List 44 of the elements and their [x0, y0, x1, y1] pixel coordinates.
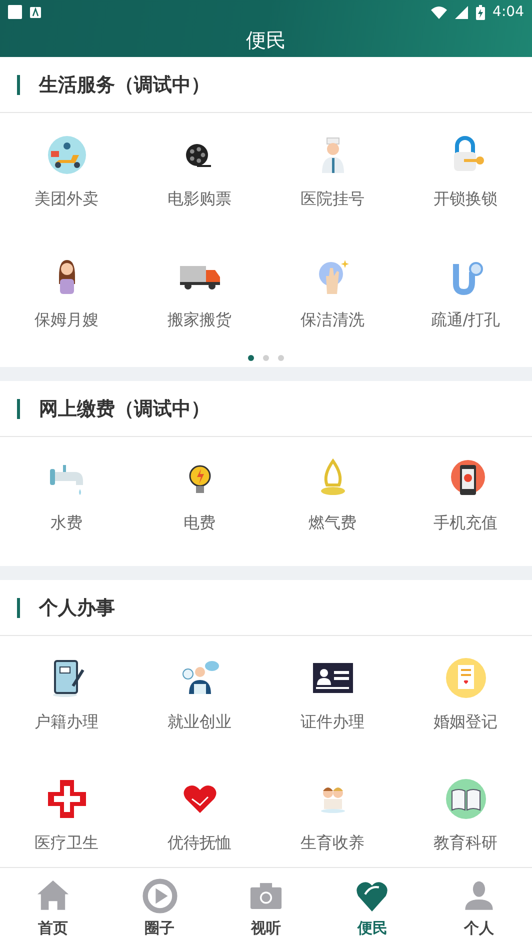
pager-dot[interactable] — [248, 355, 254, 361]
book-icon — [444, 777, 488, 821]
accent-bar — [17, 74, 20, 94]
service-item[interactable]: 生育收养 — [266, 757, 399, 867]
section-title: 生活服务（调试中） — [39, 72, 210, 98]
signal-icon — [454, 6, 468, 18]
service-item[interactable]: 水费 — [0, 437, 133, 558]
section-title: 个人办事 — [39, 596, 115, 620]
document-icon — [444, 656, 488, 700]
service-item[interactable]: 搬家搬货 — [133, 234, 266, 355]
square-icon — [8, 5, 22, 19]
pager-dot[interactable] — [263, 355, 269, 361]
circle-play-icon — [140, 876, 179, 914]
service-item[interactable]: 证件办理 — [266, 636, 399, 757]
tab[interactable]: 圈子 — [106, 868, 213, 946]
service-item[interactable]: 美团外卖 — [0, 113, 133, 234]
section-title: 网上缴费（调试中） — [39, 396, 210, 422]
battery-icon — [476, 4, 485, 20]
service-item[interactable]: 医疗卫生 — [0, 757, 133, 867]
service-item[interactable]: 保姆月嫂 — [0, 234, 133, 355]
accent-bar — [17, 398, 20, 418]
pager-dot[interactable] — [278, 355, 284, 361]
service-item[interactable]: 优待抚恤 — [133, 757, 266, 867]
service-item[interactable]: 手机充值 — [399, 437, 532, 558]
status-time: 4:04 — [492, 4, 524, 20]
service-item[interactable]: 就业创业 — [133, 636, 266, 757]
page-title: 便民 — [245, 27, 287, 54]
accent-bar — [17, 598, 20, 618]
service-item[interactable]: 医院挂号 — [266, 113, 399, 234]
service-item[interactable]: 户籍办理 — [0, 636, 133, 757]
service-item[interactable]: 开锁换锁 — [399, 113, 532, 234]
tab[interactable]: 首页 — [0, 868, 106, 946]
service-item[interactable]: 婚姻登记 — [399, 636, 532, 757]
notification-icon — [30, 6, 41, 18]
tab[interactable]: 便民 — [319, 868, 426, 946]
service-item[interactable]: 疏通/打孔 — [399, 234, 532, 355]
tab[interactable]: 视听 — [212, 868, 320, 946]
service-item[interactable]: 电费 — [133, 437, 266, 558]
service-item[interactable]: 保洁清洗 — [266, 234, 399, 355]
service-item[interactable]: 电影购票 — [133, 113, 266, 234]
service-item[interactable]: 教育科研 — [399, 757, 532, 867]
wifi-icon — [430, 6, 447, 18]
service-item[interactable]: 燃气费 — [266, 437, 399, 558]
tab[interactable]: 个人 — [426, 868, 532, 946]
